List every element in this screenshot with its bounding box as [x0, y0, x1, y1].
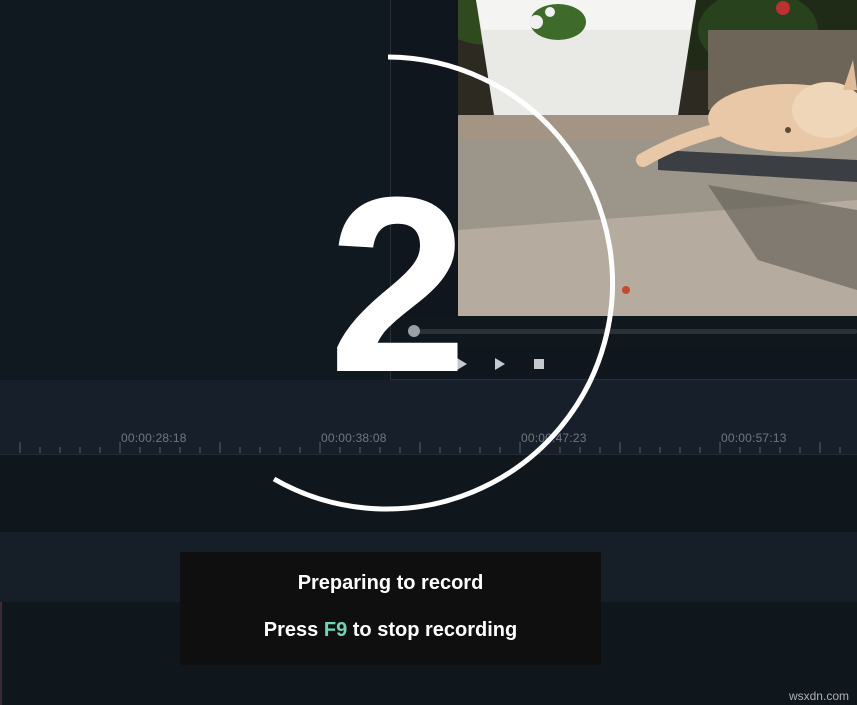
countdown-number: 2 — [328, 145, 468, 424]
stop-hint-message: Press F9 to stop recording — [180, 619, 601, 642]
stop-hint-prefix: Press — [263, 619, 324, 641]
watermark: wsxdn.com — [788, 689, 849, 703]
recording-notice-box — [180, 552, 601, 665]
preparing-message: Preparing to record — [297, 572, 484, 594]
stop-hint-suffix: to stop recording — [347, 619, 518, 641]
hotkey-label: F9 — [323, 619, 348, 641]
